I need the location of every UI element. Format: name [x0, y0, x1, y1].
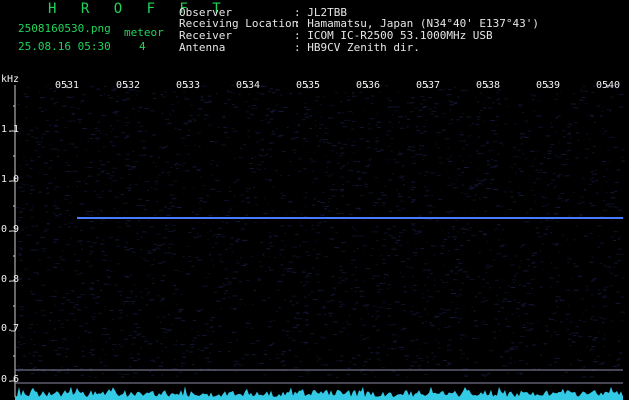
x-tick-label: 0532: [115, 80, 141, 91]
y-tick-label: 1.0: [1, 174, 20, 185]
signal-strength-strip: [15, 386, 623, 400]
x-tick-label: 0536: [355, 80, 381, 91]
x-tick-label: 0537: [415, 80, 441, 91]
x-tick-label: 0535: [295, 80, 321, 91]
x-tick-label: 0531: [54, 80, 80, 91]
y-unit-label: kHz: [1, 74, 20, 85]
y-tick-label: 0.6: [1, 374, 20, 385]
x-tick-label: 0538: [475, 80, 501, 91]
y-tick-label: 0.7: [1, 323, 20, 334]
spectrogram-plot: [11, 85, 626, 400]
y-tick-label: 0.8: [1, 274, 20, 285]
y-tick-label: 0.9: [1, 224, 20, 235]
y-tick-label: 1.1: [1, 124, 20, 135]
x-tick-label: 0534: [235, 80, 261, 91]
x-tick-label: 0539: [535, 80, 561, 91]
x-tick-label: 0533: [175, 80, 201, 91]
noise-field: [15, 85, 626, 378]
x-tick-label: 0540: [595, 80, 621, 91]
